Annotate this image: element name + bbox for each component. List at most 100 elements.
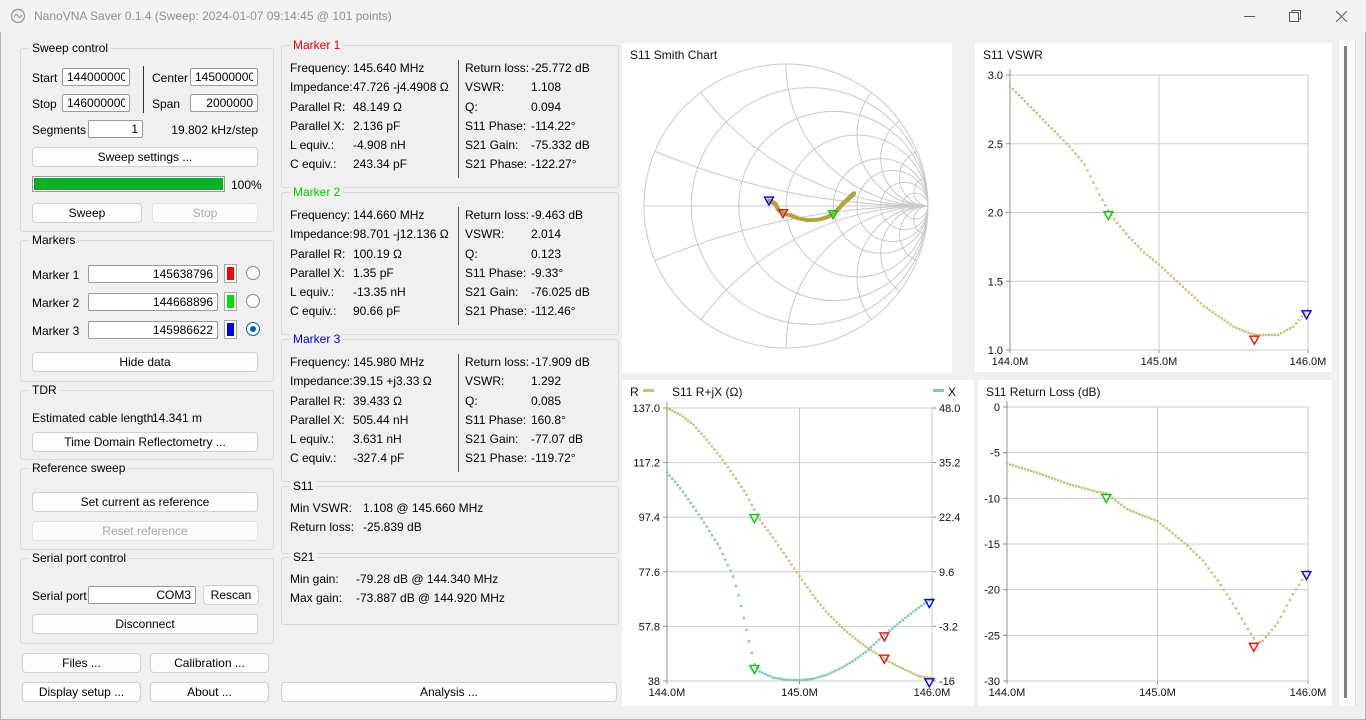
vswr-chart[interactable]: S11 VSWR3.02.52.01.51.0144.0M 145.0M 146.0… [975, 43, 1332, 372]
y-tick-label: 137.0 [632, 403, 660, 415]
display-setup-button[interactable]: Display setup ... [22, 682, 141, 702]
info-value: 0.123 [531, 246, 562, 261]
info-label: Parallel R: [290, 246, 346, 261]
x-tick-label: 145.0M [1139, 687, 1176, 699]
return-loss-chart-panel[interactable]: S11 Return Loss (dB) 0 -5 -10 -15 -20 -25 -30 14… [978, 380, 1332, 706]
y-tick-label: 77.6 [639, 567, 660, 579]
info-label: Max gain: [290, 591, 343, 606]
info-value: 0.085 [531, 393, 562, 408]
vswr-chart-panel[interactable]: S11 VSWR 3.0 2.5 2.0 1.5 1.0 144.0M 145.0M 146.0… [975, 43, 1332, 372]
info-value: 2.136 pF [353, 118, 401, 133]
close-button[interactable] [1318, 0, 1364, 32]
info-label: Frequency: [290, 208, 351, 222]
reset-reference-button[interactable]: Reset reference [32, 521, 258, 541]
set-reference-button[interactable]: Set current as reference [32, 492, 258, 512]
x-tick-label: 145.0M [781, 687, 818, 699]
marker3-label: Marker 3 [32, 324, 80, 338]
info-label: Parallel R: [290, 99, 346, 114]
info-value: 39.15 +j3.33 Ω [353, 374, 432, 389]
chart-grid [1006, 69, 1309, 353]
x-tick-label: 145.0M [1141, 356, 1178, 368]
marker3-input[interactable] [88, 321, 218, 339]
sweep-control-title: Sweep control [29, 41, 112, 56]
center-label: Center [152, 71, 189, 85]
stop-button[interactable]: Stop [152, 203, 258, 223]
y-tick-label: 57.8 [639, 621, 660, 633]
y-tick-label-right: 22.4 [939, 512, 960, 524]
info-label: S21 Gain: [465, 285, 519, 300]
info-label: Impedance: [290, 227, 353, 242]
calibration-button[interactable]: Calibration ... [150, 653, 269, 673]
info-divider [458, 354, 459, 472]
about-button[interactable]: About ... [150, 682, 269, 702]
scrollbar-thumb[interactable] [1344, 46, 1347, 698]
info-label: Return loss: [465, 355, 530, 369]
start-input[interactable] [62, 68, 130, 86]
files-button[interactable]: Files ... [22, 653, 141, 673]
minimize-button[interactable] [1226, 0, 1272, 32]
info-value: -119.72° [531, 451, 576, 466]
info-value: -4.908 nH [353, 138, 406, 153]
info-value: 145.980 MHz [353, 355, 425, 369]
smith-grid [644, 64, 928, 348]
info-value: 1.108 @ 145.660 MHz [363, 501, 484, 515]
sweep-settings-button[interactable]: Sweep settings ... [32, 147, 258, 167]
rjx-chart-panel[interactable]: S11 R+jX (Ω) R X 137.0 117.2 97.4 77.6 57.8 38 48… [622, 380, 974, 706]
smith-chart-panel[interactable]: S11 Smith Chart [622, 43, 952, 373]
maximize-button[interactable] [1272, 0, 1318, 32]
rl-chart[interactable]: S11 Return Loss (dB)0-5-10-15-20-25-3014… [978, 380, 1332, 706]
info-label: Q: [465, 99, 478, 114]
info-value: 39.433 Ω [353, 393, 403, 408]
info-value: -75.332 dB [531, 138, 590, 153]
info-label: L equiv.: [290, 432, 335, 447]
info-value: 90.66 pF [353, 304, 401, 319]
marker2-label: Marker 2 [32, 296, 80, 310]
start-label: Start [32, 71, 58, 85]
info-label: VSWR: [465, 374, 505, 389]
smith-chart[interactable]: S11 Smith Chart [622, 43, 952, 373]
y-tick-label-right: 35.2 [939, 458, 960, 470]
info-label: C equiv.: [290, 451, 337, 466]
hide-data-button[interactable]: Hide data [32, 352, 258, 372]
tdr-group-title: TDR [29, 383, 60, 398]
marker-3-info-box: Marker 3 Frequency: 145.980 MHz Impedance: 3… [281, 332, 619, 482]
info-value: 3.631 nH [353, 432, 402, 447]
marker-triangle [748, 513, 761, 525]
sweep-divider [143, 66, 144, 113]
marker-triangle [1248, 335, 1261, 346]
center-input[interactable] [190, 68, 258, 86]
rjx-chart[interactable]: S11 R+jX (Ω)R X137.0117.297.477.657.83848… [622, 380, 974, 706]
serial-port-input[interactable] [88, 586, 196, 604]
marker1-label: Marker 1 [32, 268, 80, 282]
rescan-button[interactable]: Rescan [203, 585, 259, 605]
segments-label: Segments [32, 123, 87, 137]
segments-input[interactable] [88, 120, 143, 138]
marker2-radio[interactable] [246, 294, 260, 308]
chart-title: S11 R+jX (Ω) [672, 385, 742, 399]
sweep-button[interactable]: Sweep [32, 203, 142, 223]
marker2-input[interactable] [88, 293, 218, 311]
marker1-radio[interactable] [246, 266, 260, 280]
chart-grid [663, 402, 936, 684]
disconnect-button[interactable]: Disconnect [32, 614, 258, 634]
info-value: -112.46° [531, 304, 576, 319]
marker-info-title: Marker 1 [290, 38, 344, 53]
analysis-button[interactable]: Analysis ... [281, 682, 617, 702]
charts-scrollbar[interactable] [1338, 40, 1356, 706]
marker3-radio[interactable] [246, 322, 260, 336]
span-input[interactable] [190, 94, 258, 112]
stop-input[interactable] [62, 94, 130, 112]
info-label: S11 Phase: [465, 118, 527, 133]
info-value: -17.909 dB [531, 355, 590, 369]
info-label: S21 Phase: [465, 304, 528, 319]
marker-2-info-box: Marker 2 Frequency: 144.660 MHz Impedance: 9… [281, 185, 619, 335]
info-label: S21 Gain: [465, 432, 519, 447]
markers-group-title: Markers [29, 233, 79, 248]
y-tick-label: 117.2 [633, 458, 660, 470]
tdr-button[interactable]: Time Domain Reflectometry ... [32, 432, 258, 452]
info-value: 48.149 Ω [353, 99, 403, 114]
title-bar[interactable]: NanoVNA Saver 0.1.4 (Sweep: 2024-01-07 0… [0, 0, 1366, 32]
legend-right-label: X [948, 385, 956, 399]
chart-title: S11 VSWR [983, 48, 1043, 62]
marker1-input[interactable] [88, 265, 218, 283]
